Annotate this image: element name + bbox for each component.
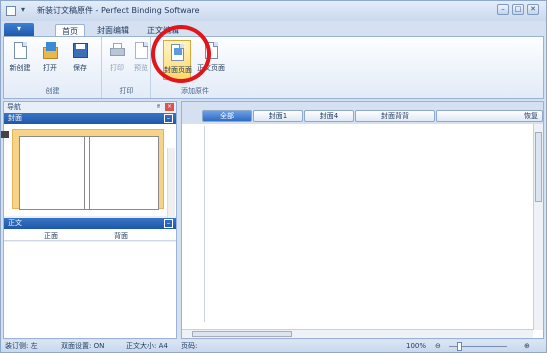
highlight-circle: [151, 25, 211, 83]
zoom-slider-handle[interactable]: [457, 342, 462, 351]
zoom-in-button[interactable]: ⊕: [524, 340, 530, 352]
maximize-button[interactable]: □: [512, 4, 524, 15]
group-add-original-label: 添加原件: [181, 87, 209, 95]
preview-button[interactable]: 预览: [130, 41, 152, 73]
group-print: 打印 预览 打印: [103, 37, 151, 98]
front-column: 正面: [44, 232, 58, 240]
page-content-area[interactable]: [204, 126, 528, 322]
book-icon: [1, 131, 9, 138]
page-filter-tabs: 全部 封面1 封面4 封面背背 恢复: [182, 102, 543, 124]
file-menu-icon: ▾: [16, 24, 21, 33]
close-button[interactable]: ✕: [527, 4, 539, 15]
group-create-label: 创建: [45, 87, 60, 95]
tab-cover1[interactable]: 封面1: [253, 110, 303, 122]
tab-restore[interactable]: 恢复: [436, 110, 543, 122]
tab-all[interactable]: 全部: [202, 110, 252, 122]
collapse-icon[interactable]: –: [164, 114, 173, 123]
cover-thumbnail-area: [1, 124, 176, 236]
preview-label: 预览: [134, 64, 148, 72]
back-column: 背面: [114, 232, 128, 240]
cover-spread: [19, 136, 159, 210]
group-print-label: 打印: [119, 87, 134, 95]
app-window: ▾ 新装订文稿原件 - Perfect Binding Software – □…: [0, 0, 547, 353]
body-section-header[interactable]: 正文 –: [4, 218, 176, 229]
nav-close-button[interactable]: ×: [165, 103, 174, 111]
nav-title: 导航: [7, 103, 21, 111]
new-document-icon: [11, 41, 29, 61]
new-label: 新创建: [9, 64, 31, 72]
nav-header: 导航 ª ×: [4, 102, 176, 113]
cover-section-title: 封面: [8, 114, 22, 122]
body-section-wrapper: 正文 –: [4, 218, 176, 229]
body-columns: 正面 背面: [4, 229, 176, 241]
size-status: 正文大小: A4: [126, 342, 168, 350]
zoom-level: 100%: [406, 342, 427, 350]
group-create: 新创建 打开 保存 创建: [4, 37, 102, 98]
pin-icon[interactable]: ª: [157, 102, 160, 112]
print-label: 打印: [110, 64, 124, 72]
save-button[interactable]: 保存: [69, 41, 91, 73]
main-horizontal-scrollbar[interactable]: [182, 329, 533, 338]
open-label: 打开: [43, 64, 57, 72]
main-vertical-scrollbar[interactable]: [533, 124, 543, 330]
open-button[interactable]: 打开: [39, 41, 61, 73]
new-button[interactable]: 新创建: [9, 41, 31, 73]
printer-icon: [108, 41, 126, 61]
zoom-out-button[interactable]: ⊖: [435, 340, 441, 352]
file-menu-button[interactable]: ▾: [4, 23, 34, 36]
body-section-title: 正文: [8, 219, 22, 227]
app-icon[interactable]: [6, 6, 16, 16]
ribbon: 新创建 打开 保存 创建 打印 预览 打印 封面页面 正文页面 添加原件: [3, 36, 544, 99]
body-page-list: [4, 242, 176, 338]
main-view: 全部 封面1 封面4 封面背背 恢复: [181, 101, 544, 339]
navigation-pane: 导航 ª × 封面 – 正文 – 正面 背面: [1, 101, 177, 339]
binding-status: 装订侧: 左: [5, 342, 38, 350]
status-bar: 装订侧: 左 双面设置: ON 正文大小: A4 页码: 100% ⊖ ⊕: [1, 340, 546, 352]
preview-icon: [132, 41, 150, 61]
print-button[interactable]: 打印: [106, 41, 128, 73]
quick-access-menu-icon[interactable]: ▾: [21, 5, 25, 14]
window-title: 新装订文稿原件 - Perfect Binding Software: [37, 6, 200, 15]
duplex-status: 双面设置: ON: [61, 342, 105, 350]
minimize-icon: –: [501, 5, 505, 13]
tab-cover-spine[interactable]: 封面背背: [355, 110, 435, 122]
cover-thumbnail[interactable]: [12, 129, 164, 210]
close-icon: ✕: [530, 5, 536, 13]
open-folder-icon: [41, 41, 59, 61]
cover-section-header[interactable]: 封面 –: [4, 113, 176, 124]
maximize-icon: □: [514, 5, 522, 13]
save-label: 保存: [73, 64, 87, 72]
title-bar: ▾ 新装订文稿原件 - Perfect Binding Software – □…: [1, 1, 546, 21]
tab-cover4[interactable]: 封面4: [304, 110, 354, 122]
minimize-button[interactable]: –: [497, 4, 509, 15]
page-status: 页码:: [181, 342, 198, 350]
save-disk-icon: [71, 41, 89, 61]
collapse-icon[interactable]: –: [164, 219, 173, 228]
ribbon-tabs: ▾ 首页 封面编辑 正文编辑 显示: [1, 21, 546, 37]
